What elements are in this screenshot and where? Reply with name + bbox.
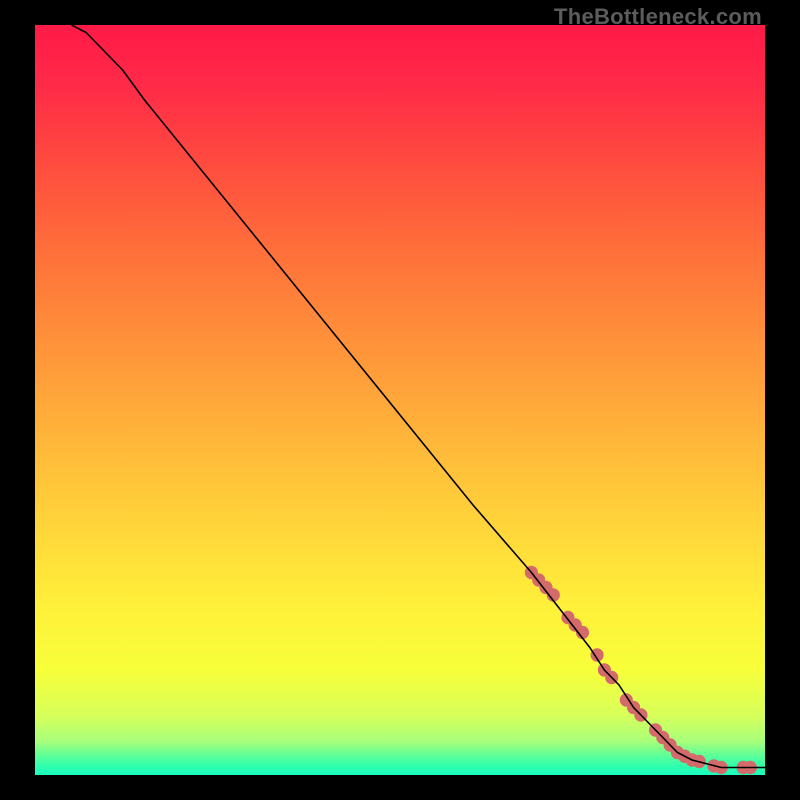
watermark-text: TheBottleneck.com	[554, 4, 762, 30]
chart-plot-area	[35, 25, 765, 775]
chart-background	[35, 25, 765, 775]
chart-svg	[35, 25, 765, 775]
chart-stage: TheBottleneck.com	[0, 0, 800, 800]
